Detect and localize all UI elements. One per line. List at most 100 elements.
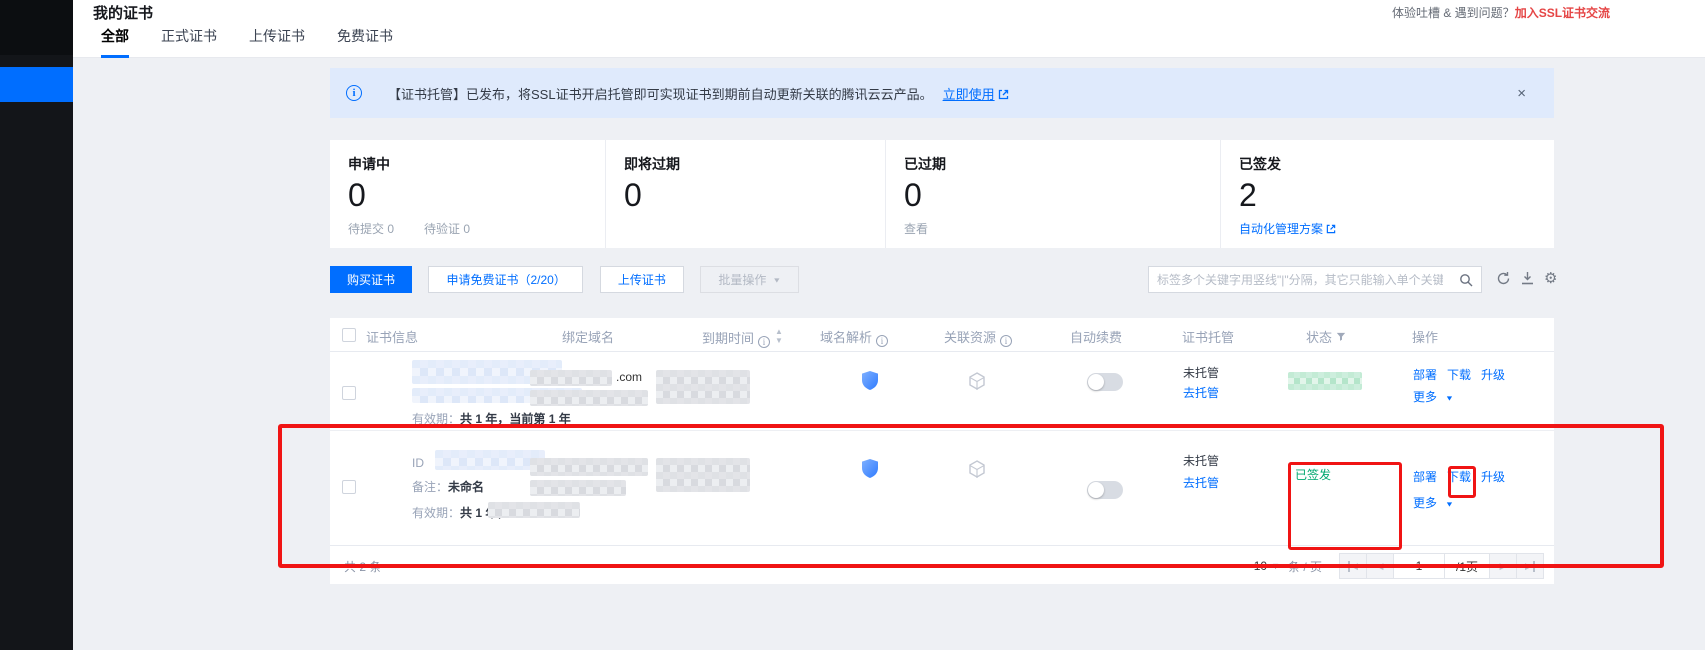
upload-cert-button[interactable]: 上传证书 (600, 266, 684, 293)
col-action: 操作 (1412, 327, 1438, 346)
tab-uploaded-certs[interactable]: 上传证书 (249, 26, 305, 58)
stat-expiring-soon: 即将过期 0 (605, 140, 885, 248)
last-page-button[interactable]: ▶ (1516, 553, 1544, 579)
select-all-checkbox[interactable] (342, 328, 356, 347)
batch-actions-button[interactable]: 批量操作▼ (700, 266, 799, 293)
col-auto-renew: 自动续费 (1070, 327, 1122, 346)
chevron-down-icon: ▼ (1445, 500, 1454, 508)
stat-value: 2 (1239, 176, 1554, 214)
cert-id-line: ID (412, 454, 424, 472)
deploy-link[interactable]: 部署 (1413, 368, 1437, 382)
chevron-down-icon: ▼ (772, 276, 781, 284)
page-size-value[interactable]: 10 (1254, 559, 1267, 573)
info-icon[interactable]: i (1000, 335, 1012, 347)
download-icon[interactable] (1520, 271, 1536, 287)
redacted-expire-date (656, 458, 750, 492)
join-ssl-group-link[interactable]: 加入SSL证书交流 (1515, 6, 1610, 20)
col-resource-header: 关联资源i (944, 327, 1012, 347)
stat-value: 0 (904, 176, 1220, 214)
status-issued: 已签发 (1295, 466, 1331, 483)
download-link[interactable]: 下载 (1447, 470, 1471, 484)
redacted-expire-date (656, 370, 750, 404)
stat-label: 申请中 (348, 154, 605, 174)
table-toolbar: 购买证书 申请免费证书（2/20） 上传证书 批量操作▼ ⚙ (330, 266, 1554, 293)
col-domain: 绑定域名 (562, 327, 614, 346)
filter-icon[interactable] (1336, 332, 1346, 342)
stat-sub-pending-submit: 待提交 0 (348, 220, 394, 237)
gear-icon[interactable]: ⚙ (1544, 271, 1560, 287)
sort-icon[interactable]: ▲▼ (775, 327, 782, 345)
left-nav-sidebar (0, 0, 73, 650)
search-input[interactable] (1149, 273, 1451, 287)
row-actions: 部署下载升级 (1413, 366, 1515, 384)
external-link-icon (998, 89, 1009, 100)
pagination: 10 ▼ 条 / 页 ◀ ◀ 1 /1页 ▶ ▶ (1254, 553, 1544, 579)
col-hosting: 证书托管 (1182, 327, 1234, 346)
redacted-domain (530, 458, 648, 476)
sidebar-active-item[interactable] (0, 67, 73, 102)
validity-text: 有效期：共 1 年，当前第 1 年 (412, 410, 571, 428)
dns-shield-icon[interactable] (860, 370, 880, 392)
upgrade-link[interactable]: 升级 (1481, 368, 1505, 382)
search-icon[interactable] (1451, 273, 1481, 287)
download-link[interactable]: 下载 (1447, 368, 1471, 382)
total-pages-label: /1页 (1444, 553, 1490, 579)
more-dropdown[interactable]: 更多▼ (1413, 388, 1454, 406)
auto-renew-toggle[interactable] (1087, 373, 1123, 391)
row-actions: 部署下载升级 (1413, 468, 1515, 486)
resource-hexagon-icon[interactable] (968, 372, 986, 392)
total-count: 共 2 条 (344, 558, 381, 575)
domain-suffix: .com (616, 370, 642, 384)
redacted-domain (530, 370, 612, 386)
auto-renew-toggle[interactable] (1087, 481, 1123, 499)
refresh-icon[interactable] (1496, 271, 1512, 287)
page-header: 我的证书 体验吐槽 & 遇到问题？加入SSL证书交流 全部 正式证书 上传证书 … (73, 0, 1705, 58)
feedback-links[interactable]: 体验吐槽 & 遇到问题？加入SSL证书交流 (1392, 4, 1610, 21)
tab-free-certs[interactable]: 免费证书 (337, 26, 393, 58)
current-page-input[interactable]: 1 (1393, 553, 1445, 579)
view-link[interactable]: 查看 (904, 220, 1220, 237)
upgrade-link[interactable]: 升级 (1481, 470, 1505, 484)
sidebar-logo-area (0, 0, 73, 55)
row-checkbox[interactable] (342, 386, 356, 405)
first-page-button[interactable]: ◀ (1339, 553, 1367, 579)
stat-label: 已过期 (904, 154, 1220, 174)
stat-value: 0 (624, 176, 885, 214)
info-icon[interactable]: i (876, 335, 888, 347)
tab-bar: 全部 正式证书 上传证书 免费证书 (101, 26, 393, 58)
automation-plan-link[interactable]: 自动化管理方案 (1239, 220, 1554, 237)
more-dropdown[interactable]: 更多▼ (1413, 494, 1454, 512)
stat-expired: 已过期 0 查看 (885, 140, 1220, 248)
info-icon[interactable]: i (758, 336, 770, 348)
go-hosting-link[interactable]: 去托管 (1183, 384, 1219, 401)
per-page-label: 条 / 页 (1288, 558, 1322, 575)
certificate-table: 证书信息 绑定域名 到期时间i▲▼ 域名解析i 关联资源i 自动续费 证书托管 … (330, 318, 1554, 584)
col-cert-info: 证书信息 (366, 327, 418, 346)
tab-all[interactable]: 全部 (101, 26, 129, 58)
redacted-validity (488, 502, 580, 518)
table-header-row: 证书信息 绑定域名 到期时间i▲▼ 域名解析i 关联资源i 自动续费 证书托管 … (330, 318, 1554, 352)
hosting-state: 未托管 (1183, 364, 1219, 381)
table-footer: 共 2 条 10 ▼ 条 / 页 ◀ ◀ 1 /1页 ▶ ▶ (330, 545, 1554, 584)
prev-page-button[interactable]: ◀ (1366, 553, 1394, 579)
chevron-down-icon: ▼ (1445, 394, 1454, 402)
dns-shield-icon[interactable] (860, 458, 880, 480)
use-now-link[interactable]: 立即使用 (943, 84, 1009, 103)
stat-sub-pending-verify: 待验证 0 (424, 220, 470, 237)
row-checkbox[interactable] (342, 480, 356, 499)
stat-label: 已签发 (1239, 154, 1554, 174)
banner-close-icon[interactable]: × (1517, 85, 1526, 102)
col-dns-header: 域名解析i (820, 327, 888, 347)
info-icon: i (346, 85, 362, 101)
chevron-down-icon[interactable]: ▼ (1271, 561, 1280, 571)
next-page-button[interactable]: ▶ (1489, 553, 1517, 579)
apply-free-cert-button[interactable]: 申请免费证书（2/20） (428, 266, 583, 293)
note-line: 备注：未命名 (412, 478, 484, 496)
resource-hexagon-icon[interactable] (968, 460, 986, 480)
hosting-state: 未托管 (1183, 452, 1219, 469)
deploy-link[interactable]: 部署 (1413, 470, 1437, 484)
go-hosting-link[interactable]: 去托管 (1183, 474, 1219, 491)
feedback-question-text: 体验吐槽 & 遇到问题？ (1392, 6, 1515, 20)
tab-formal-certs[interactable]: 正式证书 (161, 26, 217, 58)
buy-cert-button[interactable]: 购买证书 (330, 266, 412, 293)
